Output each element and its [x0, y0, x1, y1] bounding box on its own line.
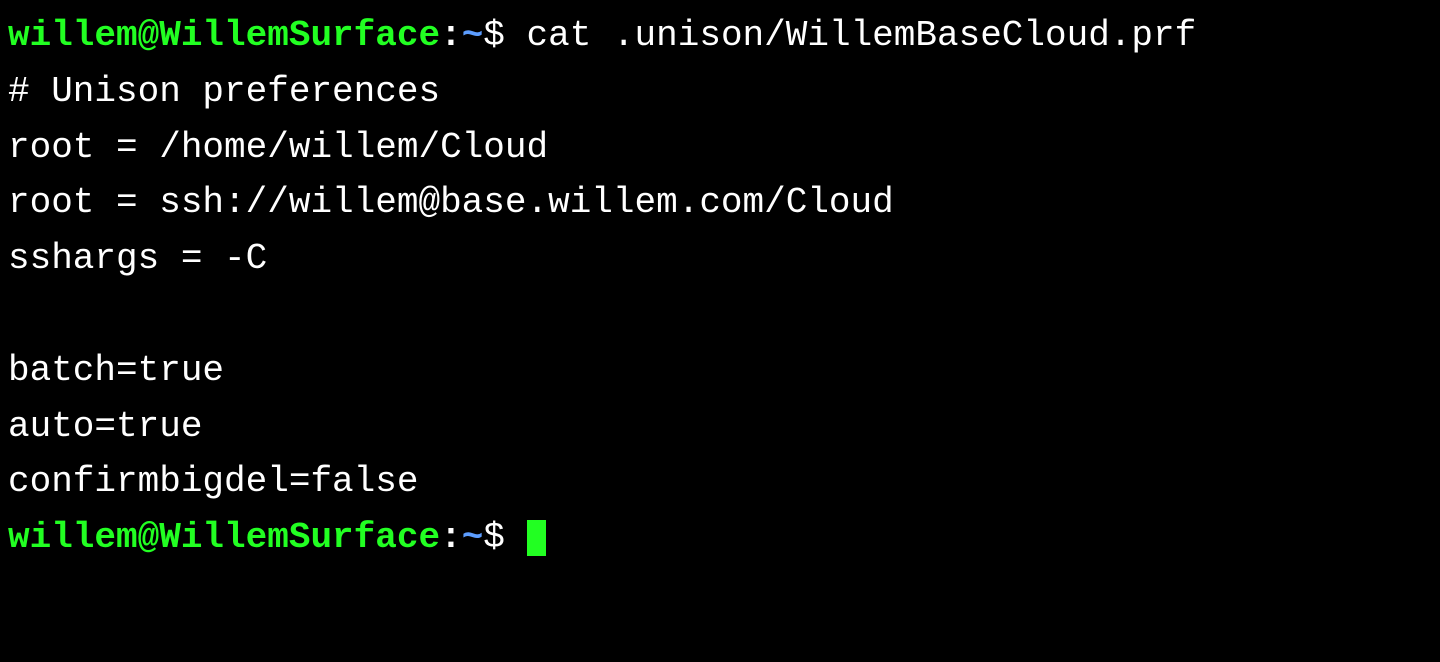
prompt-line-1: willem@WillemSurface:~$ cat .unison/Will…: [8, 8, 1432, 64]
prompt-path: ~: [462, 517, 484, 558]
output-line: root = ssh://willem@base.willem.com/Clou…: [8, 175, 1432, 231]
prompt-line-2: willem@WillemSurface:~$: [8, 510, 1432, 566]
output-line: auto=true: [8, 399, 1432, 455]
output-line: # Unison preferences: [8, 64, 1432, 120]
prompt-symbol: $: [483, 15, 526, 56]
user-host: willem@WillemSurface: [8, 517, 440, 558]
user-host: willem@WillemSurface: [8, 15, 440, 56]
prompt-colon: :: [440, 517, 462, 558]
prompt-symbol: $: [483, 517, 526, 558]
prompt-path: ~: [462, 15, 484, 56]
command-text: cat .unison/WillemBaseCloud.prf: [527, 15, 1197, 56]
output-line: confirmbigdel=false: [8, 454, 1432, 510]
prompt-colon: :: [440, 15, 462, 56]
output-line: [8, 287, 1432, 343]
terminal[interactable]: willem@WillemSurface:~$ cat .unison/Will…: [8, 8, 1432, 566]
output-line: root = /home/willem/Cloud: [8, 120, 1432, 176]
output-line: batch=true: [8, 343, 1432, 399]
output-line: sshargs = -C: [8, 231, 1432, 287]
cursor-block[interactable]: [527, 520, 547, 556]
